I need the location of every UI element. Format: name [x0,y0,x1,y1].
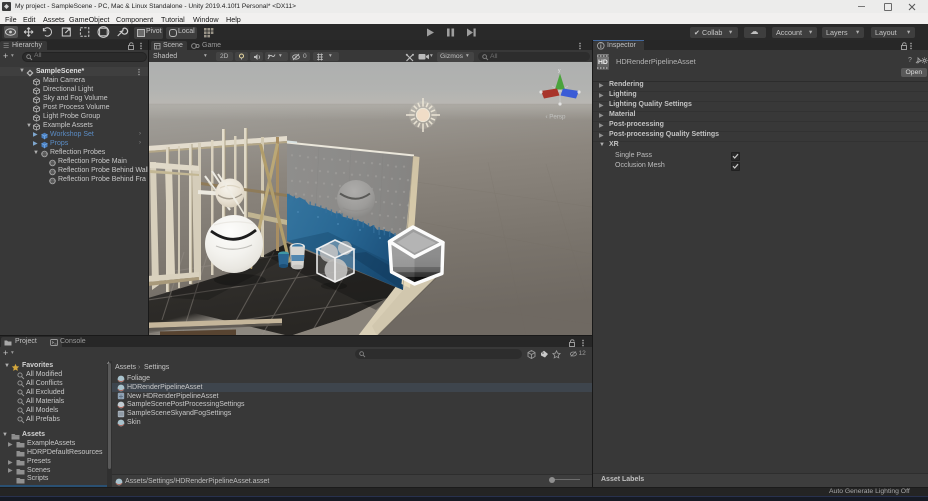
svg-text:‹ Persp: ‹ Persp [546,114,567,121]
